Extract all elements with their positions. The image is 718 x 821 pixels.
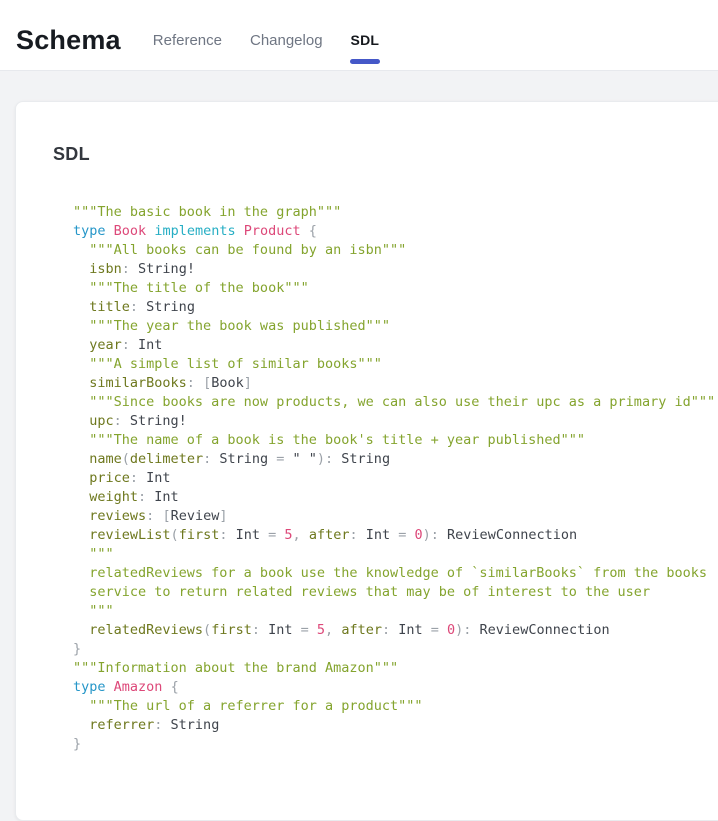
code-line: upc: String! (73, 412, 701, 431)
code-line: relatedReviews(first: Int = 5, after: In… (73, 621, 701, 640)
code-line: reviewList(first: Int = 5, after: Int = … (73, 526, 701, 545)
code-line: """The name of a book is the book's titl… (73, 431, 701, 450)
sdl-card: SDL """The basic book in the graph"""typ… (15, 101, 718, 821)
schema-header: Schema Reference Changelog SDL (0, 0, 718, 71)
sdl-card-heading: SDL (53, 144, 701, 165)
code-line: name(delimeter: String = " "): String (73, 450, 701, 469)
code-line: type Book implements Product { (73, 222, 701, 241)
code-line: service to return related reviews that m… (73, 583, 701, 602)
sdl-code-block: """The basic book in the graph"""type Bo… (73, 203, 701, 754)
code-line: type Amazon { (73, 678, 701, 697)
tab-sdl[interactable]: SDL (349, 32, 382, 48)
code-line: """The year the book was published""" (73, 317, 701, 336)
page-title: Schema (16, 25, 121, 56)
tab-bar: Reference Changelog SDL (151, 32, 381, 49)
code-line: """ (73, 602, 701, 621)
tab-sdl-label: SDL (351, 32, 380, 48)
active-tab-indicator (350, 59, 380, 64)
code-line: price: Int (73, 469, 701, 488)
code-line: reviews: [Review] (73, 507, 701, 526)
code-line: } (73, 640, 701, 659)
code-line: referrer: String (73, 716, 701, 735)
code-line: """A simple list of similar books""" (73, 355, 701, 374)
code-line: """The title of the book""" (73, 279, 701, 298)
code-line: """Information about the brand Amazon""" (73, 659, 701, 678)
code-line: """Since books are now products, we can … (73, 393, 701, 412)
tab-reference[interactable]: Reference (151, 32, 224, 49)
code-line: """ (73, 545, 701, 564)
code-line: similarBooks: [Book] (73, 374, 701, 393)
code-line: """The basic book in the graph""" (73, 203, 701, 222)
tab-changelog[interactable]: Changelog (248, 32, 325, 49)
code-line: year: Int (73, 336, 701, 355)
code-line: weight: Int (73, 488, 701, 507)
code-line: relatedReviews for a book use the knowle… (73, 564, 701, 583)
code-line: isbn: String! (73, 260, 701, 279)
code-line: """All books can be found by an isbn""" (73, 241, 701, 260)
code-line: title: String (73, 298, 701, 317)
code-line: """The url of a referrer for a product""… (73, 697, 701, 716)
